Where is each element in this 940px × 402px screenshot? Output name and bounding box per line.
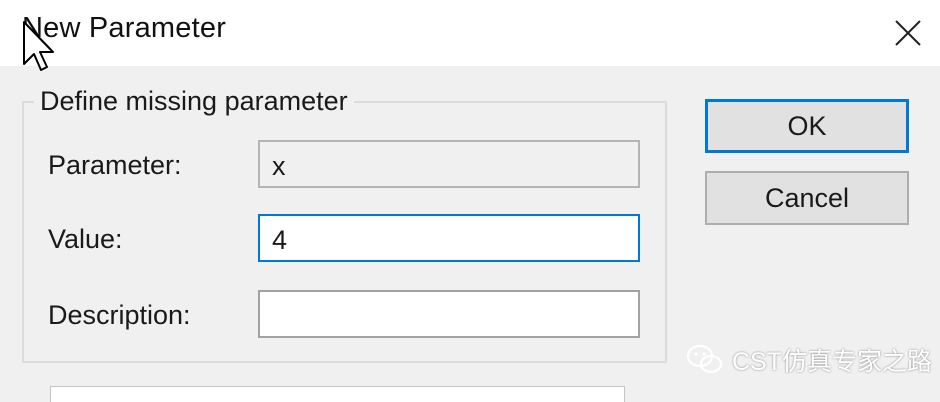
wechat-icon <box>686 344 723 374</box>
parameter-field-value: x <box>272 151 286 181</box>
description-input[interactable] <box>258 290 640 338</box>
title-bar: New Parameter <box>0 0 940 66</box>
parameter-field: x <box>258 140 640 188</box>
close-icon <box>895 20 921 46</box>
value-input[interactable]: 4 <box>258 214 640 262</box>
underlying-window-panel <box>50 386 625 402</box>
groupbox-legend: Define missing parameter <box>34 86 354 117</box>
mouse-cursor-icon <box>23 21 54 71</box>
watermark: CST仿真专家之路 <box>686 340 932 380</box>
cancel-button[interactable]: Cancel <box>705 171 909 225</box>
watermark-text: CST仿真专家之路 <box>732 348 933 376</box>
value-label: Value: <box>48 224 123 254</box>
description-label: Description: <box>48 300 191 330</box>
close-button[interactable] <box>876 0 940 66</box>
value-input-text: 4 <box>272 225 288 255</box>
parameter-label: Parameter: <box>48 150 182 180</box>
ok-button[interactable]: OK <box>705 99 909 153</box>
